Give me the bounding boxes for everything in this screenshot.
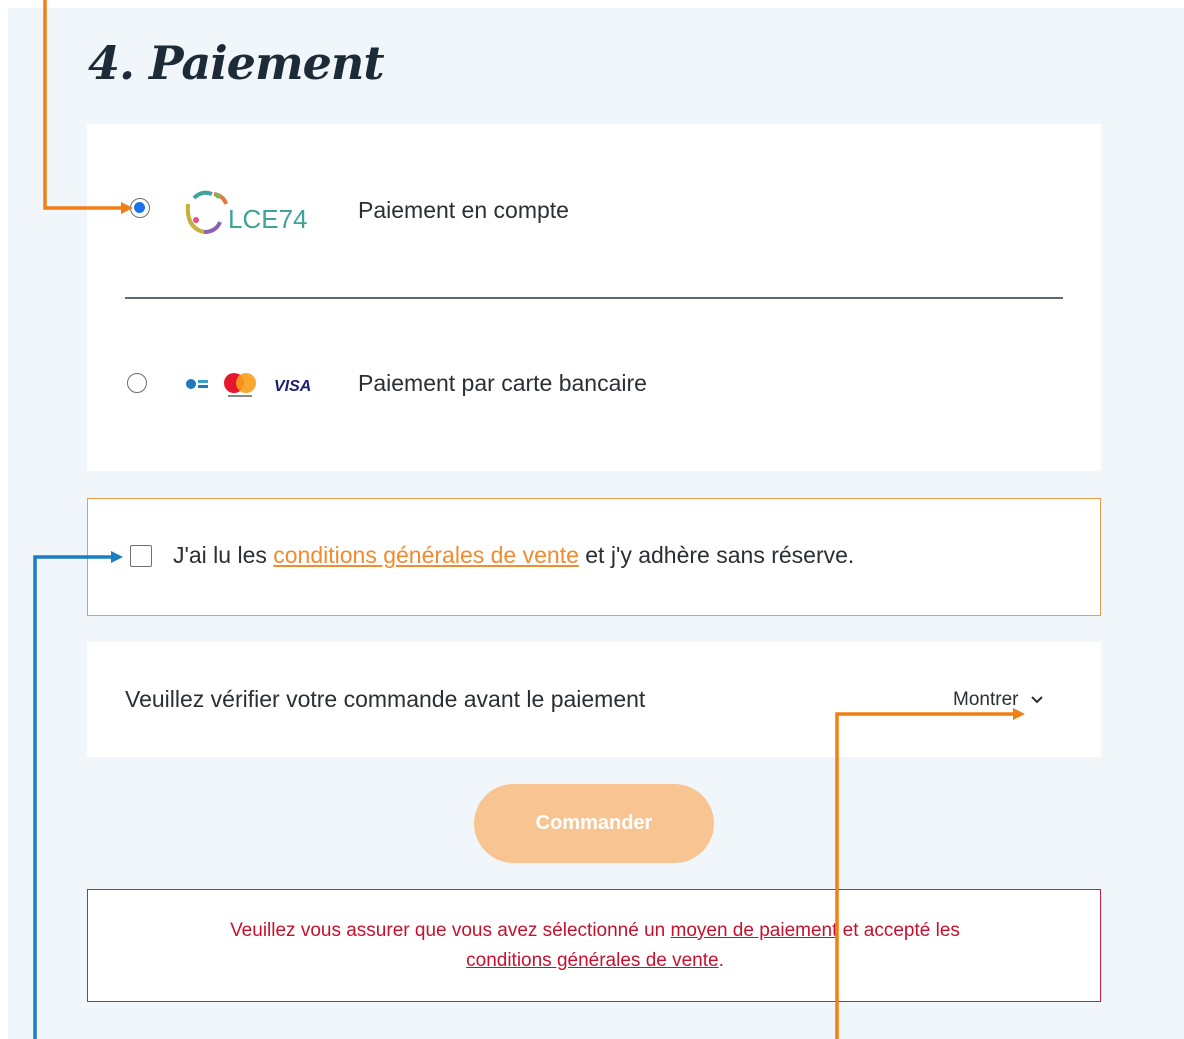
payment-option-label: Paiement en compte (358, 197, 569, 223)
terms-link-alert[interactable]: conditions générales de vente (466, 950, 718, 971)
show-toggle-label: Montrer (953, 689, 1019, 710)
payment-method-link[interactable]: moyen de paiement (671, 920, 838, 941)
payment-option-label: Paiement par carte bancaire (358, 370, 647, 396)
error-alert-text: Veuillez vous assurer que vous avez séle… (230, 920, 960, 971)
order-button[interactable]: Commander (474, 784, 714, 863)
svg-text:LCE74: LCE74 (228, 204, 308, 234)
lce74-logo-icon: LCE74 (180, 184, 330, 245)
terms-checkbox[interactable] (130, 545, 152, 567)
page-title: 4. Paiement (88, 36, 385, 90)
svg-text:VISA: VISA (274, 378, 311, 395)
verify-order-text: Veuillez vérifier votre commande avant l… (125, 686, 646, 712)
radio-card-payment[interactable] (127, 373, 147, 393)
chevron-down-icon (1031, 696, 1043, 704)
card-logos-icon: VISA (186, 369, 318, 406)
show-order-toggle[interactable]: Montrer (953, 689, 1044, 711)
divider (125, 297, 1063, 299)
radio-account-payment[interactable] (130, 198, 150, 218)
terms-link[interactable]: conditions générales de vente (273, 542, 579, 568)
terms-text: J'ai lu les conditions générales de vent… (173, 542, 855, 568)
